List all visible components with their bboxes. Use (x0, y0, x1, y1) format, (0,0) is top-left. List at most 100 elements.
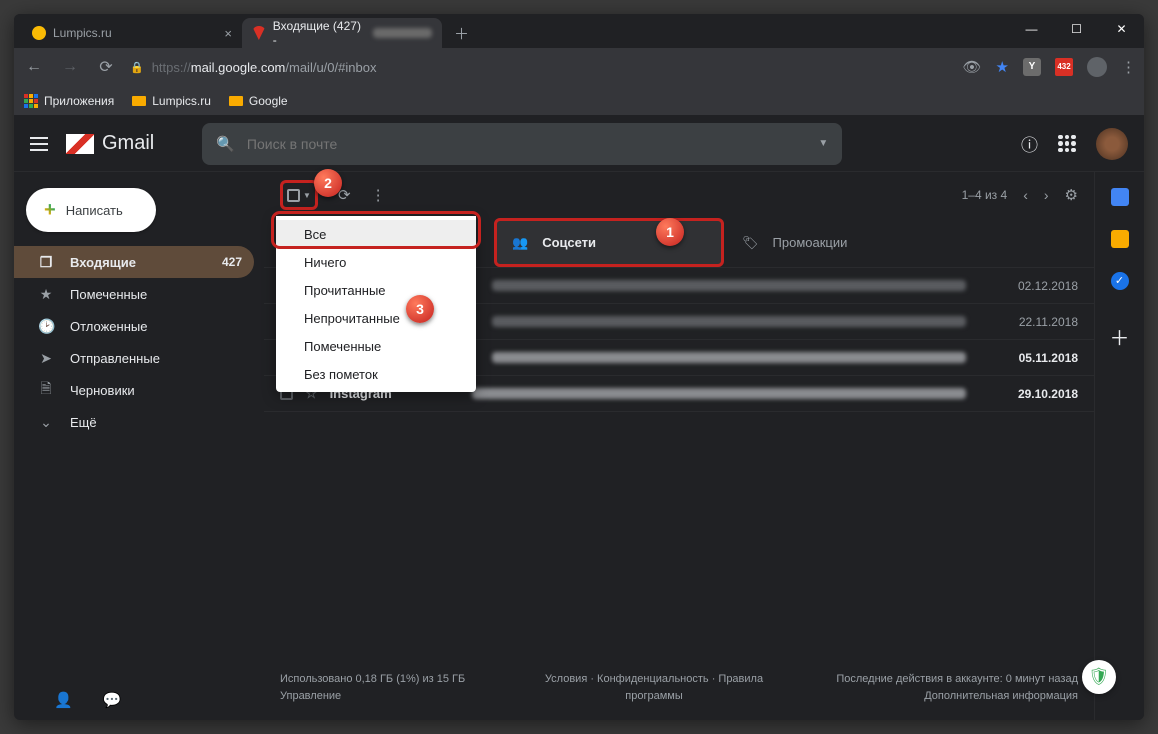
page-prev-icon[interactable]: ‹ (1023, 187, 1028, 203)
eye-icon[interactable]: 👁 (963, 58, 982, 76)
activity-details-link[interactable]: Дополнительная информация (828, 688, 1078, 706)
close-tab-icon[interactable]: × (224, 26, 232, 41)
search-input[interactable] (247, 136, 806, 152)
select-all-dropdown[interactable]: ▼ (280, 180, 318, 210)
folder-icon (229, 96, 243, 106)
bookmark-google[interactable]: Google (229, 94, 288, 108)
star-icon: ★ (38, 286, 54, 303)
activity-text: Последние действия в аккаунте: 0 минут н… (828, 671, 1078, 689)
contacts-icon[interactable]: 👤 (54, 691, 73, 709)
gmail-logo[interactable]: Gmail (66, 132, 154, 155)
dd-option-unread[interactable]: Непрочитанные (276, 304, 476, 332)
tab-title: Lumpics.ru (53, 26, 112, 40)
browser-profile-avatar[interactable] (1087, 57, 1107, 77)
storage-manage-link[interactable]: Управление (280, 688, 480, 706)
step-badge-1: 1 (656, 218, 684, 246)
storage-usage-text: Использовано 0,18 ГБ (1%) из 15 ГБ (280, 671, 480, 689)
pagination-text: 1–4 из 4 (962, 188, 1008, 202)
url-path: /mail/u/0/#inbox (285, 60, 376, 75)
window-close[interactable]: ✕ (1099, 14, 1144, 44)
url-protocol: https:// (152, 60, 191, 75)
apps-grid-icon (24, 94, 38, 108)
reload-button[interactable]: ⟳ (94, 57, 118, 77)
plus-icon: + (44, 199, 56, 222)
chevron-down-icon: ▼ (303, 191, 311, 200)
dd-option-unstarred[interactable]: Без пометок (276, 360, 476, 388)
dd-option-starred[interactable]: Помеченные (276, 332, 476, 360)
nav-label: Отправленные (70, 351, 160, 366)
new-tab-button[interactable]: ＋ (442, 18, 481, 48)
back-button[interactable]: ← (22, 58, 46, 76)
search-options-icon[interactable]: ▼ (818, 138, 828, 149)
nav-sent[interactable]: ➤ Отправленные (14, 342, 254, 374)
main-menu-icon[interactable] (30, 137, 48, 151)
hangouts-icon[interactable]: 💬 (103, 691, 122, 709)
calendar-icon[interactable] (1111, 188, 1129, 206)
bookmark-apps[interactable]: Приложения (24, 94, 114, 108)
mail-toolbar: ▼ ⟳ ⋮ 1–4 из 4 ‹ › ⚙ (264, 172, 1094, 218)
people-icon: 👥 (512, 235, 528, 251)
nav-snoozed[interactable]: 🕑 Отложенные (14, 310, 254, 342)
tab-title: Входящие (427) - (273, 19, 367, 47)
kebab-menu-icon[interactable]: ⋮ (1121, 58, 1136, 76)
bookmark-label: Lumpics.ru (152, 94, 211, 108)
browser-tab-gmail[interactable]: Входящие (427) - (242, 18, 442, 48)
compose-button[interactable]: + Написать (26, 188, 156, 232)
search-icon[interactable]: 🔍 (216, 135, 235, 153)
favicon-gmail (252, 26, 266, 40)
nav-label: Ещё (70, 415, 97, 430)
addons-plus-icon[interactable]: ＋ (1110, 322, 1130, 351)
google-apps-icon[interactable] (1058, 135, 1076, 153)
search-box[interactable]: 🔍 ▼ (202, 123, 842, 165)
nav-starred[interactable]: ★ Помеченные (14, 278, 254, 310)
tab-title-blurred (373, 28, 432, 38)
dd-option-none[interactable]: Ничего (276, 248, 476, 276)
window-minimize[interactable]: — (1009, 14, 1054, 44)
browser-tab-lumpics[interactable]: Lumpics.ru × (22, 18, 242, 48)
extension-y-icon[interactable]: Y (1023, 58, 1041, 76)
window-maximize[interactable]: ☐ (1054, 14, 1099, 44)
extension-mail-badge[interactable]: 432 (1055, 58, 1073, 76)
settings-gear-icon[interactable]: ⚙ (1065, 186, 1078, 204)
nav-badge: 427 (222, 255, 242, 269)
subject-blurred (492, 352, 966, 363)
tab-promotions[interactable]: 🏷 Промоакции (724, 218, 954, 267)
nav-label: Отложенные (70, 319, 147, 334)
nav-inbox[interactable]: ❐ Входящие 427 (14, 246, 254, 278)
address-bar: ← → ⟳ 🔒 https://mail.google.com/mail/u/0… (14, 48, 1144, 86)
footer-links[interactable]: Условия · Конфиденциальность · Правила п… (520, 671, 788, 706)
keep-icon[interactable] (1111, 230, 1129, 248)
draft-icon: 🗎 (38, 378, 54, 402)
tab-social[interactable]: 👥 Соцсети (494, 218, 724, 267)
nav-label: Входящие (70, 255, 136, 270)
select-dropdown-menu: Все Ничего Прочитанные Непрочитанные Пом… (276, 216, 476, 392)
bookmark-label: Приложения (44, 94, 114, 108)
more-actions-icon[interactable]: ⋮ (371, 186, 386, 204)
bookmark-lumpics[interactable]: Lumpics.ru (132, 94, 211, 108)
nav-more[interactable]: ⌄ Ещё (14, 406, 254, 438)
dd-option-read[interactable]: Прочитанные (276, 276, 476, 304)
email-date: 22.11.2018 (998, 315, 1078, 329)
gmail-header: Gmail 🔍 ▼ ⓘ (14, 116, 1144, 172)
tasks-icon[interactable] (1111, 272, 1129, 290)
url-field[interactable]: 🔒 https://mail.google.com/mail/u/0/#inbo… (130, 60, 951, 75)
forward-button[interactable]: → (58, 58, 82, 76)
help-icon[interactable]: ⓘ (1021, 131, 1038, 156)
step-badge-3: 3 (406, 295, 434, 323)
inbox-icon: ❐ (38, 254, 54, 271)
content-area: ▼ ⟳ ⋮ 1–4 из 4 ‹ › ⚙ Все Ничего Прочитан… (264, 172, 1094, 720)
nav-drafts[interactable]: 🗎 Черновики (14, 374, 254, 406)
tab-label: Соцсети (542, 235, 596, 250)
lock-icon: 🔒 (130, 61, 144, 74)
sidebar: + Написать ❐ Входящие 427 ★ Помеченные 🕑… (14, 172, 264, 720)
bookmark-star-icon[interactable]: ★ (996, 58, 1009, 76)
bookmark-label: Google (249, 94, 288, 108)
subject-blurred (472, 388, 966, 399)
page-next-icon[interactable]: › (1044, 187, 1049, 203)
tag-icon: 🏷 (742, 235, 759, 251)
account-avatar[interactable] (1096, 128, 1128, 160)
dd-option-all[interactable]: Все (276, 220, 476, 248)
folder-icon (132, 96, 146, 106)
side-panel: ＋ (1094, 172, 1144, 720)
security-shield-icon[interactable]: 🛡 (1082, 660, 1116, 694)
